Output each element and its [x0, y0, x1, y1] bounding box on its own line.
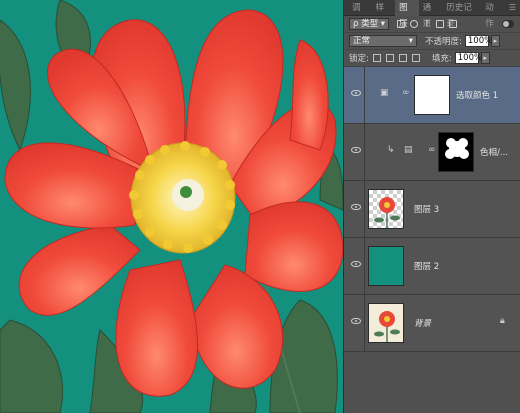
lock-icons [372, 54, 420, 62]
lock-pixels-icon[interactable] [385, 54, 394, 62]
visibility-eye-icon[interactable] [351, 147, 361, 153]
layer-mask-thumbnail[interactable] [414, 75, 450, 115]
background-thumbnail-image [374, 311, 400, 342]
tab-history[interactable]: 历史记录 [442, 0, 481, 29]
layer-name[interactable]: 图层 2 [414, 260, 439, 272]
fill-label: 填充: [431, 54, 452, 64]
filter-toggle[interactable] [502, 20, 514, 28]
type-filter-icon[interactable]: T [423, 20, 431, 28]
panel-tab-bar: 调整 样式 图层 通道 历史记录 动作 ☰ [344, 0, 520, 29]
adjustment-layer-icon: ▤ [404, 145, 413, 155]
layer-list-empty-area [344, 352, 520, 413]
chevron-down-icon: ▾ [380, 19, 385, 29]
layer-row-selective-color[interactable]: ▣ ∞ 选取颜色 1 [344, 67, 520, 124]
layer-row-hue-saturation[interactable]: ↳ ▤ ∞ 色相/... [344, 124, 520, 181]
lock-transparency-icon[interactable] [372, 54, 381, 62]
flower-mask-shape [445, 138, 469, 159]
lock-position-icon[interactable] [398, 54, 407, 62]
visibility-eye-icon[interactable] [351, 204, 361, 210]
shape-filter-icon[interactable] [436, 20, 444, 28]
lock-label: 锁定: [349, 54, 369, 64]
mask-link-icon[interactable]: ∞ [428, 145, 436, 155]
layer-thumbnail[interactable] [368, 189, 404, 229]
tab-adjustments[interactable]: 调整 [348, 0, 372, 29]
lock-all-icon[interactable] [411, 54, 420, 62]
layer-name[interactable]: 图层 3 [414, 203, 439, 215]
filter-kind-label: ρ 类型 [353, 19, 379, 29]
fill-slider-arrow-icon[interactable]: ▸ [480, 52, 490, 64]
layer-row-layer-2[interactable]: 图层 2 [344, 238, 520, 295]
visibility-eye-icon[interactable] [351, 261, 361, 267]
filter-icons: T [397, 20, 457, 28]
layers-panel: 调整 样式 图层 通道 历史记录 动作 ☰ ρ 类型 ▾ T 正常 ▾ 不透明度… [343, 0, 520, 413]
layer-row-background[interactable]: 背景 🔒︎ [344, 295, 520, 352]
layer-list: ▣ ∞ 选取颜色 1 ↳ ▤ ∞ 色相/... 图层 3 图层 2 背景 🔒︎ [344, 67, 520, 413]
document-canvas[interactable] [0, 0, 343, 413]
tab-layers[interactable]: 图层 [395, 0, 419, 29]
layer-thumbnail[interactable] [368, 303, 404, 343]
visibility-eye-icon[interactable] [351, 318, 361, 324]
layer-name[interactable]: 背景 [414, 317, 431, 329]
tab-channels[interactable]: 通道 [419, 0, 443, 29]
flower-thumbnail-image [374, 197, 400, 228]
visibility-eye-icon[interactable] [351, 90, 361, 96]
layer-thumbnail[interactable] [368, 246, 404, 286]
layer-name[interactable]: 选取颜色 1 [456, 89, 498, 101]
pixel-filter-icon[interactable] [397, 20, 405, 28]
blend-mode-label: 正常 [353, 36, 371, 46]
opacity-slider-arrow-icon[interactable]: ▸ [490, 35, 500, 47]
chevron-down-icon: ▾ [408, 36, 413, 46]
blend-mode-dropdown[interactable]: 正常 ▾ [349, 35, 417, 47]
panel-menu-icon[interactable]: ☰ [505, 3, 520, 12]
mask-link-icon[interactable]: ∞ [402, 88, 410, 98]
lock-row: 锁定: 填充: 100% ▸ [344, 50, 520, 67]
fill-field[interactable]: 100% [454, 52, 482, 64]
layer-mask-thumbnail[interactable] [438, 132, 474, 172]
layer-row-layer-3[interactable]: 图层 3 [344, 181, 520, 238]
clipping-arrow-icon: ↳ [387, 145, 395, 155]
lock-icon: 🔒︎ [500, 316, 505, 326]
filter-kind-dropdown[interactable]: ρ 类型 ▾ [349, 18, 389, 30]
tab-styles[interactable]: 样式 [372, 0, 396, 29]
blend-row: 正常 ▾ 不透明度: 100% ▸ [344, 33, 520, 50]
adjustment-filter-icon[interactable] [410, 20, 418, 28]
peony-artwork [0, 0, 343, 413]
opacity-label: 不透明度: [425, 37, 462, 47]
smart-object-filter-icon[interactable] [449, 20, 457, 28]
layer-name[interactable]: 色相/... [480, 146, 508, 158]
adjustment-layer-icon: ▣ [380, 88, 389, 98]
opacity-field[interactable]: 100% [464, 35, 492, 47]
tab-actions[interactable]: 动作 [481, 0, 505, 29]
